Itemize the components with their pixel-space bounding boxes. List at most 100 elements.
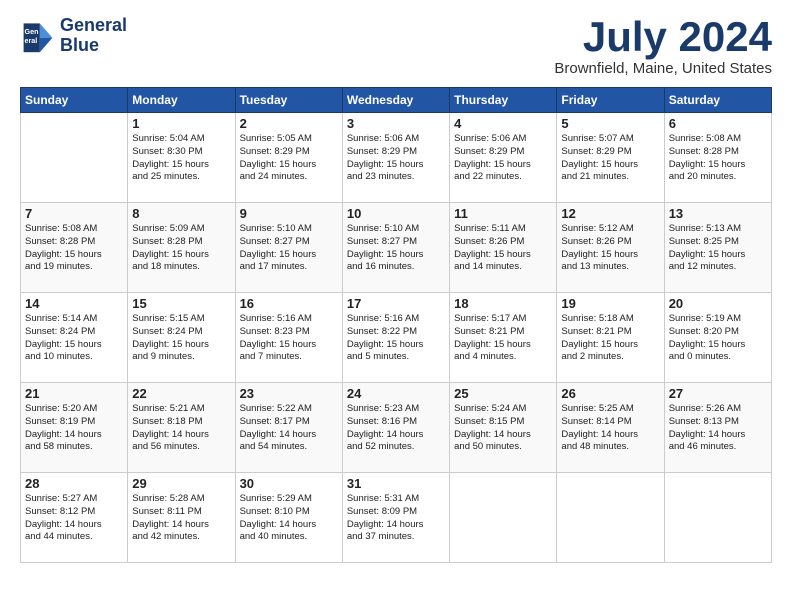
- day-info: Sunrise: 5:12 AM Sunset: 8:26 PM Dayligh…: [561, 223, 659, 274]
- calendar-cell: 15 Sunrise: 5:15 AM Sunset: 8:24 PM Dayli…: [128, 293, 235, 383]
- weekday-header-wednesday: Wednesday: [342, 88, 449, 113]
- day-number: 15: [132, 296, 230, 311]
- day-number: 6: [669, 116, 767, 131]
- calendar-cell: 16 Sunrise: 5:16 AM Sunset: 8:23 PM Dayli…: [235, 293, 342, 383]
- calendar-cell: 18Sunrise: 5:17 AM Sunset: 8:21 PM Dayli…: [450, 293, 557, 383]
- calendar-cell: [664, 473, 771, 563]
- calendar-cell: 4 Sunrise: 5:06 AM Sunset: 8:29 PM Daylig…: [450, 113, 557, 203]
- calendar-cell: [450, 473, 557, 563]
- day-info: Sunrise: 5:21 AM Sunset: 8:18 PM Dayligh…: [132, 403, 230, 454]
- calendar-cell: 22Sunrise: 5:21 AM Sunset: 8:18 PM Dayli…: [128, 383, 235, 473]
- day-number: 25: [454, 386, 552, 401]
- logo-text: General Blue: [60, 16, 127, 56]
- calendar-cell: 3 Sunrise: 5:06 AM Sunset: 8:29 PM Daylig…: [342, 113, 449, 203]
- calendar-cell: 1Sunrise: 5:04 AM Sunset: 8:30 PM Daylig…: [128, 113, 235, 203]
- day-number: 17: [347, 296, 445, 311]
- calendar-cell: 28Sunrise: 5:27 AM Sunset: 8:12 PM Dayli…: [21, 473, 128, 563]
- day-info: Sunrise: 5:06 AM Sunset: 8:29 PM Dayligh…: [347, 133, 445, 184]
- calendar-cell: 31 Sunrise: 5:31 AM Sunset: 8:09 PM Dayli…: [342, 473, 449, 563]
- day-info: Sunrise: 5:29 AM Sunset: 8:10 PM Dayligh…: [240, 493, 338, 544]
- day-number: 10: [347, 206, 445, 221]
- weekday-header-sunday: Sunday: [21, 88, 128, 113]
- day-number: 29: [132, 476, 230, 491]
- calendar-cell: 2 Sunrise: 5:05 AM Sunset: 8:29 PM Daylig…: [235, 113, 342, 203]
- day-number: 26: [561, 386, 659, 401]
- logo-line2: Blue: [60, 36, 127, 56]
- calendar-cell: 23 Sunrise: 5:22 AM Sunset: 8:17 PM Dayli…: [235, 383, 342, 473]
- calendar-cell: 25 Sunrise: 5:24 AM Sunset: 8:15 PM Dayli…: [450, 383, 557, 473]
- calendar-cell: 30 Sunrise: 5:29 AM Sunset: 8:10 PM Dayli…: [235, 473, 342, 563]
- svg-text:eral: eral: [25, 36, 38, 45]
- day-number: 27: [669, 386, 767, 401]
- svg-text:Gen: Gen: [25, 27, 39, 36]
- month-title: July 2024: [554, 16, 772, 58]
- day-number: 11: [454, 206, 552, 221]
- calendar-cell: 27Sunrise: 5:26 AM Sunset: 8:13 PM Dayli…: [664, 383, 771, 473]
- calendar-table: SundayMondayTuesdayWednesdayThursdayFrid…: [20, 87, 772, 563]
- week-row-5: 28Sunrise: 5:27 AM Sunset: 8:12 PM Dayli…: [21, 473, 772, 563]
- weekday-row: SundayMondayTuesdayWednesdayThursdayFrid…: [21, 88, 772, 113]
- day-info: Sunrise: 5:24 AM Sunset: 8:15 PM Dayligh…: [454, 403, 552, 454]
- calendar-cell: 17 Sunrise: 5:16 AM Sunset: 8:22 PM Dayli…: [342, 293, 449, 383]
- day-info: Sunrise: 5:05 AM Sunset: 8:29 PM Dayligh…: [240, 133, 338, 184]
- day-info: Sunrise: 5:08 AM Sunset: 8:28 PM Dayligh…: [669, 133, 767, 184]
- calendar-cell: 10Sunrise: 5:10 AM Sunset: 8:27 PM Dayli…: [342, 203, 449, 293]
- weekday-header-friday: Friday: [557, 88, 664, 113]
- calendar-cell: 6 Sunrise: 5:08 AM Sunset: 8:28 PM Daylig…: [664, 113, 771, 203]
- day-info: Sunrise: 5:07 AM Sunset: 8:29 PM Dayligh…: [561, 133, 659, 184]
- day-number: 4: [454, 116, 552, 131]
- day-number: 28: [25, 476, 123, 491]
- calendar-cell: 26 Sunrise: 5:25 AM Sunset: 8:14 PM Dayli…: [557, 383, 664, 473]
- weekday-header-monday: Monday: [128, 88, 235, 113]
- calendar-cell: 9Sunrise: 5:10 AM Sunset: 8:27 PM Daylig…: [235, 203, 342, 293]
- calendar-cell: 5Sunrise: 5:07 AM Sunset: 8:29 PM Daylig…: [557, 113, 664, 203]
- day-number: 12: [561, 206, 659, 221]
- day-info: Sunrise: 5:16 AM Sunset: 8:22 PM Dayligh…: [347, 313, 445, 364]
- logo-icon: Gen eral: [20, 18, 56, 54]
- calendar-cell: 7Sunrise: 5:08 AM Sunset: 8:28 PM Daylig…: [21, 203, 128, 293]
- day-info: Sunrise: 5:11 AM Sunset: 8:26 PM Dayligh…: [454, 223, 552, 274]
- day-number: 24: [347, 386, 445, 401]
- day-info: Sunrise: 5:08 AM Sunset: 8:28 PM Dayligh…: [25, 223, 123, 274]
- calendar-cell: 12 Sunrise: 5:12 AM Sunset: 8:26 PM Dayli…: [557, 203, 664, 293]
- day-number: 16: [240, 296, 338, 311]
- day-number: 21: [25, 386, 123, 401]
- calendar-page: Gen eral General Blue July 2024 Brownfie…: [0, 0, 792, 583]
- week-row-1: 1Sunrise: 5:04 AM Sunset: 8:30 PM Daylig…: [21, 113, 772, 203]
- day-info: Sunrise: 5:09 AM Sunset: 8:28 PM Dayligh…: [132, 223, 230, 274]
- week-row-4: 21Sunrise: 5:20 AM Sunset: 8:19 PM Dayli…: [21, 383, 772, 473]
- day-number: 31: [347, 476, 445, 491]
- day-number: 2: [240, 116, 338, 131]
- calendar-cell: 13Sunrise: 5:13 AM Sunset: 8:25 PM Dayli…: [664, 203, 771, 293]
- day-info: Sunrise: 5:16 AM Sunset: 8:23 PM Dayligh…: [240, 313, 338, 364]
- logo: Gen eral General Blue: [20, 16, 127, 56]
- day-number: 3: [347, 116, 445, 131]
- day-number: 14: [25, 296, 123, 311]
- calendar-body: 1Sunrise: 5:04 AM Sunset: 8:30 PM Daylig…: [21, 113, 772, 563]
- calendar-cell: 11 Sunrise: 5:11 AM Sunset: 8:26 PM Dayli…: [450, 203, 557, 293]
- title-block: July 2024 Brownfield, Maine, United Stat…: [554, 16, 772, 77]
- day-info: Sunrise: 5:14 AM Sunset: 8:24 PM Dayligh…: [25, 313, 123, 364]
- location: Brownfield, Maine, United States: [554, 60, 772, 77]
- calendar-cell: [21, 113, 128, 203]
- week-row-3: 14 Sunrise: 5:14 AM Sunset: 8:24 PM Dayli…: [21, 293, 772, 383]
- day-info: Sunrise: 5:18 AM Sunset: 8:21 PM Dayligh…: [561, 313, 659, 364]
- calendar-cell: 14 Sunrise: 5:14 AM Sunset: 8:24 PM Dayli…: [21, 293, 128, 383]
- day-number: 18: [454, 296, 552, 311]
- day-info: Sunrise: 5:31 AM Sunset: 8:09 PM Dayligh…: [347, 493, 445, 544]
- day-info: Sunrise: 5:15 AM Sunset: 8:24 PM Dayligh…: [132, 313, 230, 364]
- weekday-header-tuesday: Tuesday: [235, 88, 342, 113]
- day-info: Sunrise: 5:19 AM Sunset: 8:20 PM Dayligh…: [669, 313, 767, 364]
- calendar-cell: [557, 473, 664, 563]
- day-info: Sunrise: 5:25 AM Sunset: 8:14 PM Dayligh…: [561, 403, 659, 454]
- calendar-cell: 29 Sunrise: 5:28 AM Sunset: 8:11 PM Dayli…: [128, 473, 235, 563]
- calendar-cell: 19Sunrise: 5:18 AM Sunset: 8:21 PM Dayli…: [557, 293, 664, 383]
- day-number: 23: [240, 386, 338, 401]
- day-info: Sunrise: 5:28 AM Sunset: 8:11 PM Dayligh…: [132, 493, 230, 544]
- day-number: 30: [240, 476, 338, 491]
- day-info: Sunrise: 5:22 AM Sunset: 8:17 PM Dayligh…: [240, 403, 338, 454]
- calendar-header: SundayMondayTuesdayWednesdayThursdayFrid…: [21, 88, 772, 113]
- page-header: Gen eral General Blue July 2024 Brownfie…: [20, 16, 772, 77]
- day-info: Sunrise: 5:23 AM Sunset: 8:16 PM Dayligh…: [347, 403, 445, 454]
- day-info: Sunrise: 5:06 AM Sunset: 8:29 PM Dayligh…: [454, 133, 552, 184]
